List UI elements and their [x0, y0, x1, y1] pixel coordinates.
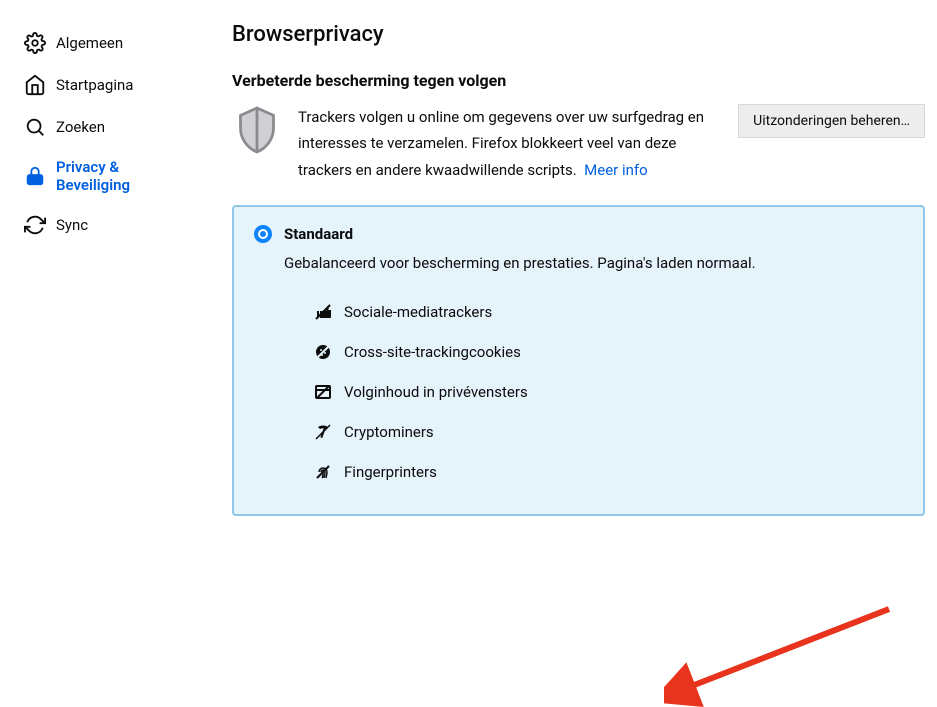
- page-title: Browserprivacy: [232, 22, 925, 47]
- thumbs-up-blocked-icon: [314, 303, 332, 321]
- sidebar: Algemeen Startpagina Zoeken Privacy & Be…: [0, 0, 200, 530]
- sidebar-item-general[interactable]: Algemeen: [16, 22, 200, 64]
- card-description: Gebalanceerd voor bescherming en prestat…: [284, 253, 901, 274]
- window-blocked-icon: [314, 383, 332, 401]
- tracker-item-fingerprinters: Fingerprinters: [314, 452, 901, 492]
- shield-icon: [232, 104, 282, 164]
- tracker-list: Sociale-mediatrackers Cross-site-trackin…: [314, 292, 901, 492]
- protection-card-standard: Standaard Gebalanceerd voor bescherming …: [232, 205, 925, 516]
- tracker-label: Fingerprinters: [344, 463, 437, 481]
- sidebar-item-home[interactable]: Startpagina: [16, 64, 200, 106]
- cookie-blocked-icon: [314, 343, 332, 361]
- section-title: Verbeterde bescherming tegen volgen: [232, 71, 925, 90]
- more-info-link[interactable]: Meer info: [584, 161, 648, 179]
- sidebar-item-label: Algemeen: [56, 34, 123, 52]
- radio-selected-icon[interactable]: [254, 225, 272, 243]
- sidebar-item-search[interactable]: Zoeken: [16, 106, 200, 148]
- radio-row[interactable]: Standaard: [254, 225, 901, 243]
- home-icon: [24, 74, 46, 96]
- sidebar-item-label: Sync: [56, 216, 88, 234]
- intro-row: Trackers volgen u online om gegevens ove…: [232, 104, 925, 183]
- exceptions-button[interactable]: Uitzonderingen beheren…: [738, 104, 925, 138]
- pickaxe-blocked-icon: [314, 423, 332, 441]
- gear-icon: [24, 32, 46, 54]
- tracker-item-cookies: Cross-site-trackingcookies: [314, 332, 901, 372]
- lock-icon: [24, 165, 46, 187]
- sidebar-item-label: Zoeken: [56, 118, 105, 136]
- fingerprint-blocked-icon: [314, 463, 332, 481]
- tracker-item-tracking-content: Volginhoud in privévensters: [314, 372, 901, 412]
- main-content: Browserprivacy Verbeterde bescherming te…: [200, 0, 937, 530]
- sidebar-item-privacy[interactable]: Privacy & Beveiliging: [16, 148, 200, 204]
- tracker-label: Volginhoud in privévensters: [344, 383, 528, 401]
- annotation-arrow-icon: [664, 597, 904, 707]
- tracker-item-cryptominers: Cryptominers: [314, 412, 901, 452]
- card-title: Standaard: [284, 225, 353, 243]
- sidebar-item-label: Privacy & Beveiliging: [56, 158, 192, 194]
- search-icon: [24, 116, 46, 138]
- sync-icon: [24, 214, 46, 236]
- sidebar-item-label: Startpagina: [56, 76, 133, 94]
- tracker-label: Cross-site-trackingcookies: [344, 343, 521, 361]
- tracker-item-social: Sociale-mediatrackers: [314, 292, 901, 332]
- sidebar-item-sync[interactable]: Sync: [16, 204, 200, 246]
- tracker-label: Sociale-mediatrackers: [344, 303, 492, 321]
- tracker-label: Cryptominers: [344, 423, 434, 441]
- intro-text: Trackers volgen u online om gegevens ove…: [298, 104, 722, 183]
